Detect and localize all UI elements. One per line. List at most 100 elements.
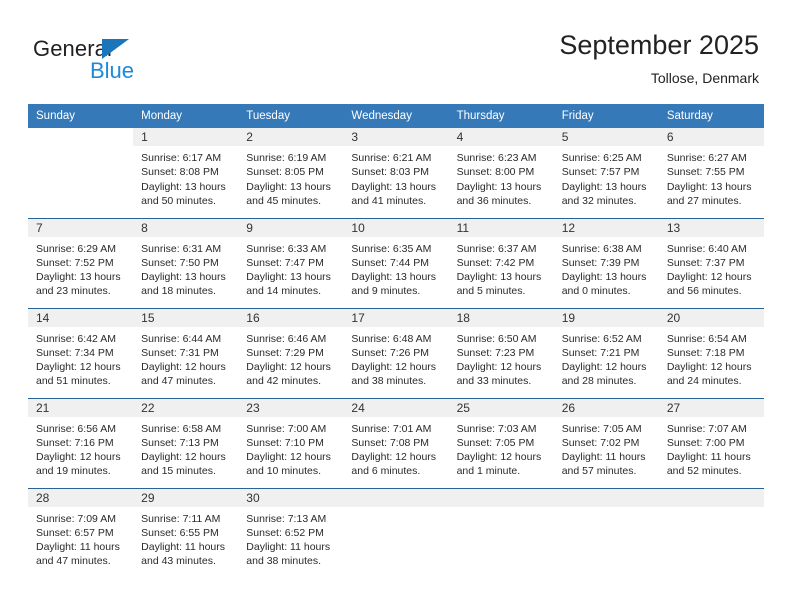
sunset-text: Sunset: 7:37 PM (666, 256, 745, 269)
daylight-text-line2: and 24 minutes. (666, 375, 742, 388)
calendar-day-cell[interactable]: 8 Sunrise: 6:31 AM Sunset: 7:50 PM Daylight… (133, 217, 239, 308)
day-details: Sunrise: 6:27 AM Sunset: 7:55 PM Daylight:… (659, 146, 764, 208)
daylight-text-line2: and 18 minutes. (141, 285, 216, 298)
daylight-text-line2: and 52 minutes. (666, 465, 742, 478)
day-number: 7 (28, 218, 134, 237)
day-details: Sunrise: 7:01 AM Sunset: 7:08 PM Daylight:… (343, 417, 448, 479)
calendar-day-cell[interactable]: 9 Sunrise: 6:33 AM Sunset: 7:47 PM Daylight… (238, 217, 344, 308)
sunset-text: Sunset: 7:00 PM (666, 436, 745, 449)
calendar-day-cell[interactable]: 26 Sunrise: 7:05 AM Sunset: 7:02 PM Dayligh… (553, 397, 659, 488)
calendar-day-cell[interactable]: 4 Sunrise: 6:23 AM Sunset: 8:00 PM Daylight… (448, 128, 554, 218)
day-number: 25 (448, 398, 554, 417)
day-details: Sunrise: 6:31 AM Sunset: 7:50 PM Daylight:… (133, 237, 238, 299)
calendar-day-cell[interactable]: 17 Sunrise: 6:48 AM Sunset: 7:26 PM Dayligh… (343, 307, 449, 398)
sunset-text: Sunset: 7:52 PM (36, 256, 114, 269)
calendar-day-cell[interactable]: 16 Sunrise: 6:46 AM Sunset: 7:29 PM Dayligh… (238, 307, 344, 398)
daylight-text-line1: Daylight: 13 hours (561, 271, 647, 284)
day-number: 9 (238, 218, 344, 237)
calendar-day-cell[interactable]: 6 Sunrise: 6:27 AM Sunset: 7:55 PM Daylight… (658, 128, 764, 218)
day-number: 17 (343, 308, 449, 327)
calendar-day-cell[interactable]: 11 Sunrise: 6:37 AM Sunset: 7:42 PM Dayligh… (448, 217, 554, 308)
calendar-day-cell[interactable]: 3 Sunrise: 6:21 AM Sunset: 8:03 PM Daylight… (343, 128, 449, 218)
day-cell-inner: 23 Sunrise: 7:00 AM Sunset: 7:10 PM Dayligh… (238, 398, 344, 488)
day-number: 24 (343, 398, 449, 417)
calendar-table: Sunday Monday Tuesday Wednesday Thursday… (28, 104, 764, 578)
day-number: 23 (238, 398, 344, 417)
day-number (658, 488, 764, 507)
day-number: 15 (133, 308, 239, 327)
day-number: 5 (553, 128, 659, 146)
calendar-week-row: 28 Sunrise: 7:09 AM Sunset: 6:57 PM Dayligh… (28, 487, 764, 578)
calendar-day-cell[interactable]: 13 Sunrise: 6:40 AM Sunset: 7:37 PM Dayligh… (658, 217, 764, 308)
day-details: Sunrise: 7:11 AM Sunset: 6:55 PM Daylight:… (133, 507, 238, 569)
calendar-day-cell[interactable]: 10 Sunrise: 6:35 AM Sunset: 7:44 PM Dayligh… (343, 217, 449, 308)
day-number: 4 (448, 128, 554, 146)
day-details: Sunrise: 6:44 AM Sunset: 7:31 PM Daylight:… (133, 327, 238, 389)
day-details: Sunrise: 6:37 AM Sunset: 7:42 PM Daylight:… (449, 237, 554, 299)
day-details: Sunrise: 7:13 AM Sunset: 6:52 PM Daylight:… (238, 507, 343, 569)
sunrise-text: Sunrise: 6:56 AM (36, 422, 116, 435)
generalblue-logo[interactable]: General Blue (33, 36, 173, 84)
sunrise-text: Sunrise: 6:33 AM (246, 242, 327, 255)
calendar-day-cell[interactable]: 14 Sunrise: 6:42 AM Sunset: 7:34 PM Dayligh… (28, 307, 134, 398)
calendar-day-cell[interactable]: 22 Sunrise: 6:58 AM Sunset: 7:13 PM Dayligh… (133, 397, 239, 488)
day-details: Sunrise: 6:33 AM Sunset: 7:47 PM Daylight:… (238, 237, 343, 299)
calendar-day-cell[interactable]: 5 Sunrise: 6:25 AM Sunset: 7:57 PM Daylight… (553, 128, 659, 218)
daylight-text-line2: and 47 minutes. (36, 555, 111, 568)
day-details: Sunrise: 6:23 AM Sunset: 8:00 PM Daylight:… (449, 146, 554, 208)
calendar-day-cell[interactable]: 27 Sunrise: 7:07 AM Sunset: 7:00 PM Dayligh… (658, 397, 764, 488)
weekday-header-sunday: Sunday (28, 104, 134, 128)
calendar-day-cell[interactable]: 28 Sunrise: 7:09 AM Sunset: 6:57 PM Dayligh… (28, 487, 134, 578)
calendar-day-cell[interactable]: 21 Sunrise: 6:56 AM Sunset: 7:16 PM Dayligh… (28, 397, 134, 488)
day-details: Sunrise: 6:40 AM Sunset: 7:37 PM Daylight:… (659, 237, 764, 299)
daylight-text-line2: and 56 minutes. (666, 285, 742, 298)
sunrise-text: Sunrise: 7:11 AM (141, 512, 221, 525)
calendar-empty-cell (28, 128, 133, 218)
calendar-day-cell[interactable]: 7 Sunrise: 6:29 AM Sunset: 7:52 PM Daylight… (28, 217, 134, 308)
day-number: 11 (448, 218, 554, 237)
daylight-text-line2: and 23 minutes. (36, 285, 111, 298)
day-number (553, 488, 659, 507)
logo-triangle-icon (102, 39, 129, 59)
calendar-day-cell[interactable]: 12 Sunrise: 6:38 AM Sunset: 7:39 PM Dayligh… (553, 217, 659, 308)
calendar-empty-cell (448, 487, 554, 578)
sunrise-text: Sunrise: 6:52 AM (561, 332, 642, 345)
calendar-day-cell[interactable]: 24 Sunrise: 7:01 AM Sunset: 7:08 PM Dayligh… (343, 397, 449, 488)
sunset-text: Sunset: 7:08 PM (351, 436, 430, 449)
calendar-day-cell[interactable]: 15 Sunrise: 6:44 AM Sunset: 7:31 PM Dayligh… (133, 307, 239, 398)
daylight-text-line1: Daylight: 13 hours (666, 180, 752, 193)
daylight-text-line1: Daylight: 13 hours (141, 271, 226, 284)
calendar-day-cell[interactable]: 19 Sunrise: 6:52 AM Sunset: 7:21 PM Dayligh… (553, 307, 659, 398)
day-cell-inner: 10 Sunrise: 6:35 AM Sunset: 7:44 PM Dayligh… (343, 218, 449, 308)
day-details: Sunrise: 6:29 AM Sunset: 7:52 PM Daylight:… (28, 237, 133, 299)
day-cell-inner: 9 Sunrise: 6:33 AM Sunset: 7:47 PM Daylight… (238, 218, 344, 308)
day-number: 26 (553, 398, 659, 417)
day-cell-inner: 14 Sunrise: 6:42 AM Sunset: 7:34 PM Dayligh… (28, 308, 134, 398)
sunset-text: Sunset: 7:34 PM (36, 346, 114, 359)
calendar-day-cell[interactable]: 29 Sunrise: 7:11 AM Sunset: 6:55 PM Dayligh… (133, 487, 239, 578)
calendar-day-cell[interactable]: 1 Sunrise: 6:17 AM Sunset: 8:08 PM Daylight… (133, 128, 239, 218)
day-details: Sunrise: 6:56 AM Sunset: 7:16 PM Daylight:… (28, 417, 133, 479)
day-number: 12 (553, 218, 659, 237)
day-details: Sunrise: 7:05 AM Sunset: 7:02 PM Daylight:… (554, 417, 659, 479)
weekday-header-monday: Monday (133, 104, 239, 128)
sunrise-text: Sunrise: 7:09 AM (36, 512, 116, 525)
daylight-text-line2: and 51 minutes. (36, 375, 111, 388)
daylight-text-line1: Daylight: 12 hours (456, 361, 542, 374)
sunset-text: Sunset: 7:57 PM (561, 166, 640, 179)
calendar-day-cell[interactable]: 25 Sunrise: 7:03 AM Sunset: 7:05 PM Dayligh… (448, 397, 554, 488)
calendar-day-cell[interactable]: 18 Sunrise: 6:50 AM Sunset: 7:23 PM Dayligh… (448, 307, 554, 398)
calendar-day-cell[interactable]: 2 Sunrise: 6:19 AM Sunset: 8:05 PM Daylight… (238, 128, 344, 218)
daylight-text-line2: and 27 minutes. (666, 194, 742, 207)
calendar-day-cell[interactable]: 23 Sunrise: 7:00 AM Sunset: 7:10 PM Dayligh… (238, 397, 344, 488)
daylight-text-line2: and 45 minutes. (246, 194, 321, 207)
day-details: Sunrise: 6:25 AM Sunset: 7:57 PM Daylight:… (554, 146, 659, 208)
day-number: 8 (133, 218, 239, 237)
sunrise-text: Sunrise: 6:27 AM (666, 152, 747, 164)
calendar-day-cell[interactable]: 30 Sunrise: 7:13 AM Sunset: 6:52 PM Dayligh… (238, 487, 344, 578)
calendar-day-cell[interactable]: 20 Sunrise: 6:54 AM Sunset: 7:18 PM Dayligh… (658, 307, 764, 398)
day-details: Sunrise: 6:21 AM Sunset: 8:03 PM Daylight:… (343, 146, 448, 208)
day-cell-inner: 19 Sunrise: 6:52 AM Sunset: 7:21 PM Dayligh… (553, 308, 659, 398)
daylight-text-line2: and 50 minutes. (141, 194, 216, 207)
sunrise-text: Sunrise: 6:31 AM (141, 242, 222, 255)
